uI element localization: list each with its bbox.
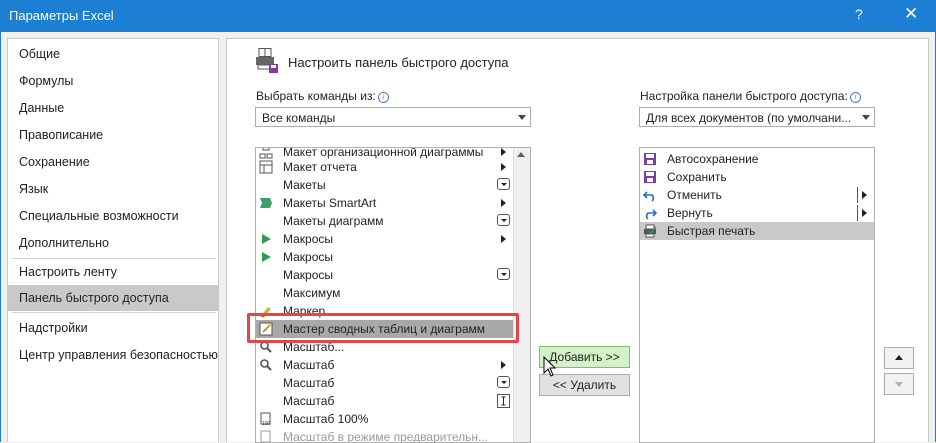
info-icon: i <box>849 92 861 103</box>
customize-toolbar-value: Для всех документов (по умолчани... <box>646 111 852 125</box>
nav-item-general[interactable]: Общие <box>8 41 219 67</box>
report-layout-icon <box>259 160 273 174</box>
list-item[interactable]: Масштаб <box>256 356 514 374</box>
list-item[interactable]: Масштаб в режиме предварительн... <box>256 428 514 442</box>
nav-item-save[interactable]: Сохранение <box>8 149 219 175</box>
title-bar: Параметры Excel ? ✕ <box>0 0 936 32</box>
autosave-icon <box>644 153 656 165</box>
submenu-arrow-icon <box>501 199 506 207</box>
list-item[interactable]: Макросы <box>256 230 514 248</box>
zoom-100-icon: 100 <box>260 412 271 426</box>
arrow-up-icon <box>895 355 903 360</box>
submenu-arrow-icon <box>501 148 506 156</box>
dropdown-icon <box>497 178 510 190</box>
mouse-cursor-icon <box>543 356 557 377</box>
info-icon: i <box>377 92 389 103</box>
zoom-icon <box>260 359 272 371</box>
highlight-annotation <box>247 313 519 343</box>
help-button[interactable]: ? <box>855 6 863 22</box>
nav-item-accessibility[interactable]: Специальные возможности <box>8 203 219 229</box>
list-item[interactable]: Масштаб <box>256 374 514 392</box>
submenu-arrow-icon <box>501 163 506 171</box>
undo-icon <box>643 191 655 202</box>
list-item[interactable]: Масштаб <box>256 392 514 410</box>
list-item[interactable]: 100 Масштаб 100% <box>256 410 514 428</box>
move-up-button[interactable] <box>884 347 914 369</box>
list-item[interactable]: Максимум <box>256 284 514 302</box>
submenu-arrow-icon <box>501 235 506 243</box>
nav-item-proofing[interactable]: Правописание <box>8 122 219 148</box>
move-down-button[interactable] <box>884 373 914 395</box>
list-item[interactable]: Макет отчета <box>256 158 514 176</box>
chevron-down-icon <box>518 115 526 120</box>
smartart-icon <box>260 198 272 208</box>
close-button[interactable]: ✕ <box>904 4 918 24</box>
submenu-arrow-icon <box>501 361 506 369</box>
list-item[interactable]: Вернуть <box>640 204 874 222</box>
list-item[interactable]: Отменить <box>640 186 874 204</box>
options-content: Настроить панель быстрого доступа Выбрат… <box>226 38 929 443</box>
commands-scrollbar[interactable] <box>513 148 530 442</box>
zoom-preview-icon <box>260 430 271 442</box>
nav-item-formulas[interactable]: Формулы <box>8 68 219 94</box>
list-item[interactable]: Макеты <box>256 176 514 194</box>
customize-toolbar-label: Настройка панели быстрого доступа: i <box>640 89 861 103</box>
nav-separator <box>12 312 216 313</box>
window-title: Параметры Excel <box>9 8 114 23</box>
submenu-arrow-icon[interactable] <box>862 191 867 199</box>
redo-icon <box>645 209 657 220</box>
list-item[interactable]: Сохранить <box>640 168 874 186</box>
split-divider <box>857 187 858 203</box>
nav-item-addins[interactable]: Надстройки <box>8 315 219 341</box>
scroll-up-icon[interactable] <box>517 152 525 157</box>
split-divider <box>857 205 858 221</box>
list-item[interactable]: Макросы <box>256 266 514 284</box>
choose-commands-value: Все команды <box>262 111 336 125</box>
dropdown-icon <box>497 376 510 388</box>
quick-access-toolbar-icon <box>256 48 278 73</box>
arrow-down-icon <box>895 382 903 387</box>
nav-item-quick-access-toolbar[interactable]: Панель быстрого доступа <box>8 285 219 311</box>
textbox-icon <box>497 394 510 408</box>
nav-item-advanced[interactable]: Дополнительно <box>8 230 219 256</box>
toolbar-commands-list[interactable]: Автосохранение Сохранить Отменить Вернут… <box>639 147 875 443</box>
svg-text:100: 100 <box>262 421 271 426</box>
nav-item-data[interactable]: Данные <box>8 95 219 121</box>
choose-commands-label: Выбрать команды из: i <box>256 89 389 103</box>
options-nav: Общие Формулы Данные Правописание Сохран… <box>7 38 219 442</box>
dropdown-icon <box>497 214 510 226</box>
nav-item-trust-center[interactable]: Центр управления безопасностью <box>8 342 219 368</box>
customize-toolbar-dropdown[interactable]: Для всех документов (по умолчани... <box>639 107 875 127</box>
submenu-arrow-icon[interactable] <box>862 209 867 217</box>
macro-play-icon <box>262 252 271 262</box>
macro-play-icon <box>262 234 271 244</box>
save-icon <box>644 171 656 183</box>
list-item[interactable]: Автосохранение <box>640 150 874 168</box>
list-item[interactable]: Макросы <box>256 248 514 266</box>
dropdown-icon <box>497 268 510 280</box>
commands-list[interactable]: Макет организационной диаграммы Макет от… <box>255 147 531 443</box>
list-item[interactable]: Макеты диаграмм <box>256 212 514 230</box>
nav-item-customize-ribbon[interactable]: Настроить ленту <box>8 259 219 285</box>
choose-commands-dropdown[interactable]: Все команды <box>255 107 531 127</box>
list-item[interactable]: Макеты SmartArt <box>256 194 514 212</box>
nav-item-language[interactable]: Язык <box>8 176 219 202</box>
section-title: Настроить панель быстрого доступа <box>288 55 509 70</box>
chevron-down-icon <box>862 115 870 120</box>
list-item-selected[interactable]: Быстрая печать <box>640 222 874 240</box>
quick-print-icon <box>644 224 657 238</box>
